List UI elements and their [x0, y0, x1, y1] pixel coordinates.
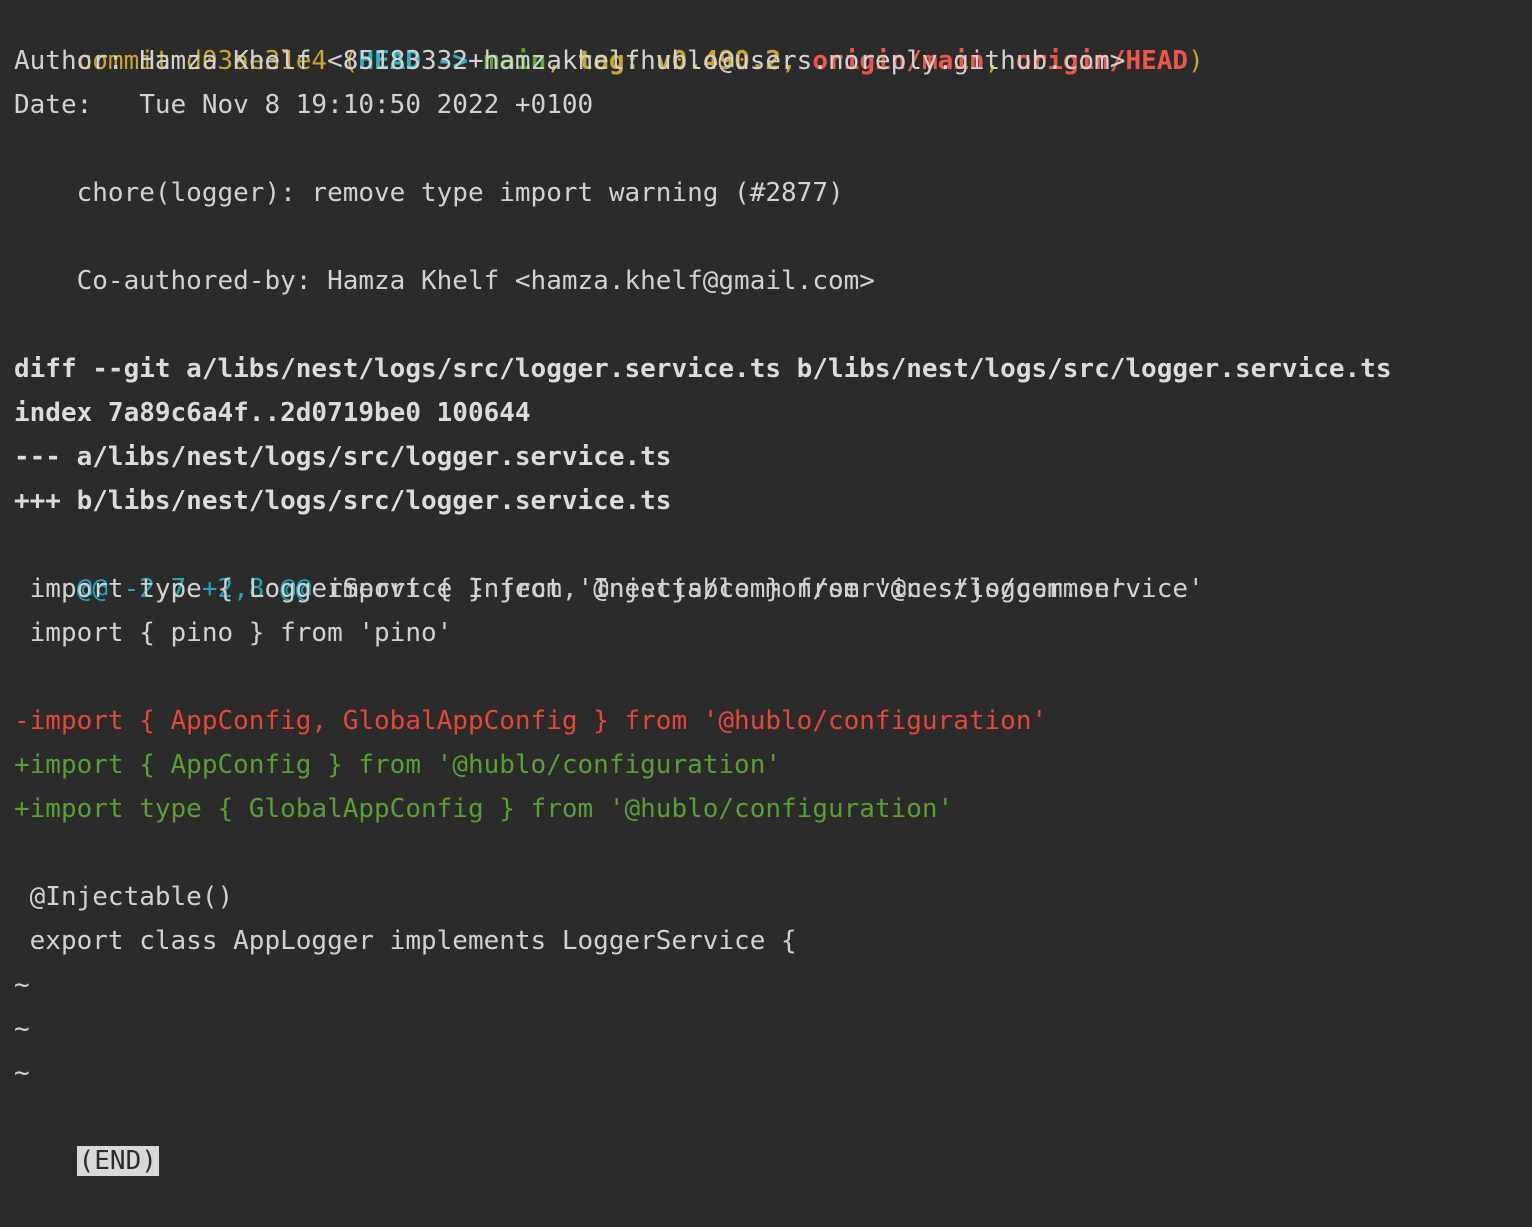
context-line: import type { LoggerService } from '@nes…: [14, 574, 1204, 604]
index-line: index 7a89c6a4f..2d0719be0 100644: [14, 398, 531, 428]
diff-header: diff --git a/libs/nest/logs/src/logger.s…: [14, 354, 1392, 384]
co-author-line: Co-authored-by: Hamza Khelf <hamza.khelf…: [14, 266, 875, 296]
removed-line: -import { AppConfig, GlobalAppConfig } f…: [14, 706, 1048, 736]
hunk-header: @@ -2,7 +2,8 @@ import { Inject, Injecta…: [14, 523, 1126, 604]
empty-line-tilde: ~: [14, 1058, 30, 1088]
new-file-line: +++ b/libs/nest/logs/src/logger.service.…: [14, 486, 672, 516]
context-line: export class AppLogger implements Logger…: [14, 926, 797, 956]
date-line: Date: Tue Nov 8 19:10:50 2022 +0100: [14, 90, 594, 120]
empty-line-tilde: ~: [14, 970, 30, 1000]
added-line: +import { AppConfig } from '@hublo/confi…: [14, 750, 782, 780]
context-line: import { pino } from 'pino': [14, 618, 453, 648]
added-line: +import type { GlobalAppConfig } from '@…: [14, 794, 954, 824]
empty-line-tilde: ~: [14, 1014, 30, 1044]
author-line: Author: Hamza Khelf <85183332+hamzakhelf…: [14, 46, 1126, 76]
pager-prompt[interactable]: (END): [14, 1095, 159, 1176]
old-file-line: --- a/libs/nest/logs/src/logger.service.…: [14, 442, 672, 472]
context-line: @Injectable(): [14, 882, 234, 912]
commit-line: commit d03ae31e4 (HEAD -> main, tag: v0.…: [76, 46, 1204, 76]
terminal-window[interactable]: commit d03ae31e4 (HEAD -> main, tag: v0.…: [0, 0, 1532, 1176]
end-marker: (END): [76, 1146, 159, 1176]
commit-message: chore(logger): remove type import warnin…: [14, 178, 844, 208]
